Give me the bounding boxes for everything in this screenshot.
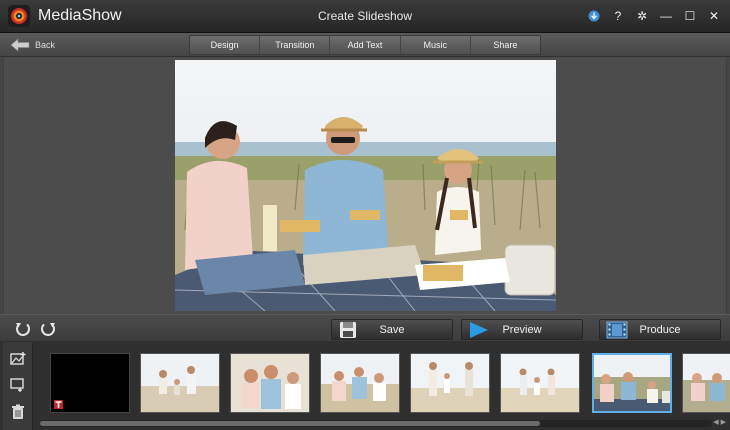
minimize-icon[interactable]: — xyxy=(656,6,676,26)
play-icon xyxy=(470,322,488,338)
rotate-right-icon[interactable] xyxy=(39,320,57,338)
tab-music[interactable]: Music xyxy=(401,36,471,54)
preview-photo xyxy=(175,60,556,311)
save-button[interactable]: Save xyxy=(331,319,453,340)
thumbnail-title-slide[interactable] xyxy=(50,353,130,413)
app-name: MediaShow xyxy=(38,7,122,24)
tab-share[interactable]: Share xyxy=(471,36,540,54)
scrollbar-thumb[interactable] xyxy=(40,421,540,426)
mode-tabs: Design Transition Add Text Music Share xyxy=(189,35,541,55)
filmstrip-tools xyxy=(3,342,33,430)
update-icon[interactable] xyxy=(584,6,604,26)
save-icon xyxy=(340,322,356,338)
tab-transition[interactable]: Transition xyxy=(260,36,331,54)
filmstrip: ◀ ▶ xyxy=(0,342,730,430)
thumbnail-photo[interactable] xyxy=(230,353,310,413)
insert-media-icon[interactable] xyxy=(10,351,26,367)
thumbnail-photo[interactable] xyxy=(410,353,490,413)
scroll-right-icon[interactable]: ▶ xyxy=(721,418,726,426)
preview-button[interactable]: Preview xyxy=(461,319,583,340)
filmstrip-scrollbar[interactable] xyxy=(40,420,712,427)
action-bar: Save Preview Produce xyxy=(0,314,730,342)
close-icon[interactable]: ✕ xyxy=(704,6,724,26)
settings-icon[interactable]: ✲ xyxy=(632,6,652,26)
back-label: Back xyxy=(35,40,56,50)
back-button[interactable]: Back xyxy=(10,36,55,54)
title-bar: MediaShow Create Slideshow ? ✲ — ☐ ✕ xyxy=(0,0,730,33)
thumbnail-photo[interactable] xyxy=(320,353,400,413)
tab-add-text[interactable]: Add Text xyxy=(330,36,401,54)
thumbnail-photo[interactable] xyxy=(682,353,730,413)
help-icon[interactable]: ? xyxy=(608,6,628,26)
thumbnail-list xyxy=(36,342,730,420)
maximize-icon[interactable]: ☐ xyxy=(680,6,700,26)
thumbnail-photo-selected[interactable] xyxy=(592,353,672,413)
film-reel-icon xyxy=(606,321,628,339)
add-slide-icon[interactable] xyxy=(10,377,26,393)
mediashow-logo-icon xyxy=(8,5,30,27)
trash-icon[interactable] xyxy=(10,404,26,420)
preview-stage xyxy=(0,57,730,314)
produce-button[interactable]: Produce xyxy=(599,319,721,340)
scroll-left-icon[interactable]: ◀ xyxy=(713,418,718,426)
back-arrow-icon xyxy=(10,38,30,52)
toolbar: Back Design Transition Add Text Music Sh… xyxy=(0,33,730,57)
tab-design[interactable]: Design xyxy=(190,36,261,54)
rotate-left-icon[interactable] xyxy=(14,320,32,338)
thumbnail-photo[interactable] xyxy=(500,353,580,413)
text-slide-icon xyxy=(54,400,63,409)
thumbnail-photo[interactable] xyxy=(140,353,220,413)
